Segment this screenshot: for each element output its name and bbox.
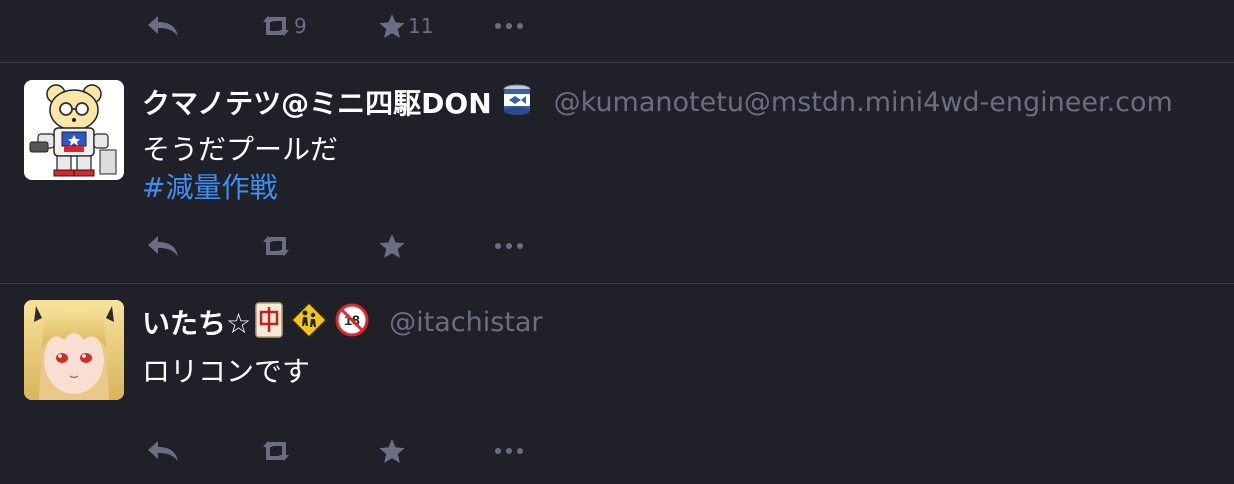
account-handle[interactable]: @kumanotetu@mstdn.mini4wd-engineer.com	[554, 87, 1173, 118]
reply-icon	[148, 236, 178, 256]
status-header: いたち☆ 18	[142, 300, 543, 344]
content-line: ロリコンです	[142, 355, 311, 388]
favourite-count: 11	[408, 14, 434, 38]
more-icon	[495, 448, 523, 454]
status-action-bar	[146, 226, 566, 266]
boost-icon	[263, 16, 289, 36]
status-header: クマノテツ@ミニ四駆DON @kumanotetu@mstdn.mini4wd-…	[142, 80, 1173, 124]
children-crossing-emoji	[291, 301, 328, 342]
reply-button[interactable]	[146, 431, 180, 471]
status-divider	[0, 62, 1234, 63]
reply-icon	[148, 16, 178, 36]
favourite-button[interactable]: 11	[378, 6, 433, 46]
boost-button[interactable]	[260, 226, 292, 266]
more-button[interactable]	[494, 6, 524, 46]
top-status-action-bar: 9 11	[146, 6, 566, 46]
favourite-button[interactable]	[378, 431, 406, 471]
boost-icon	[263, 441, 289, 461]
display-name[interactable]: クマノテツ@ミニ四駆DON	[142, 82, 492, 122]
boost-icon	[263, 236, 289, 256]
canned-fish-emoji	[500, 83, 534, 121]
status-item[interactable]: クマノテツ@ミニ四駆DON @kumanotetu@mstdn.mini4wd-…	[0, 80, 1234, 283]
boost-button[interactable]: 9	[260, 6, 307, 46]
content-line: そうだプールだ	[142, 133, 339, 166]
status-divider	[0, 283, 1234, 284]
more-icon	[495, 243, 523, 249]
no-one-under-eighteen-emoji: 18	[335, 303, 369, 341]
reply-button[interactable]	[146, 226, 180, 266]
timeline: 9 11 クマノテツ@ミニ四駆DON @kumanotetu@mstdn.min…	[0, 0, 1234, 484]
reply-button[interactable]	[146, 6, 180, 46]
star-icon	[379, 439, 405, 463]
star-icon	[379, 14, 405, 38]
boost-count: 9	[294, 14, 307, 38]
star-icon	[379, 234, 405, 258]
favourite-button[interactable]	[378, 226, 406, 266]
status-content: ロリコンです	[142, 353, 310, 391]
status-content: そうだプールだ #減量作戦	[142, 131, 338, 207]
account-handle[interactable]: @itachistar	[389, 307, 542, 338]
boost-button[interactable]	[260, 431, 292, 471]
mahjong-red-dragon-emoji	[255, 302, 283, 342]
avatar[interactable]	[24, 300, 124, 400]
hashtag-link[interactable]: #減量作戦	[142, 169, 338, 207]
display-name[interactable]: いたち☆	[142, 302, 251, 342]
more-button[interactable]	[494, 226, 524, 266]
status-action-bar	[146, 431, 566, 471]
avatar[interactable]	[24, 80, 124, 180]
reply-icon	[148, 441, 178, 461]
more-button[interactable]	[494, 431, 524, 471]
more-icon	[495, 23, 523, 29]
status-item[interactable]: いたち☆ 18	[0, 300, 1234, 484]
